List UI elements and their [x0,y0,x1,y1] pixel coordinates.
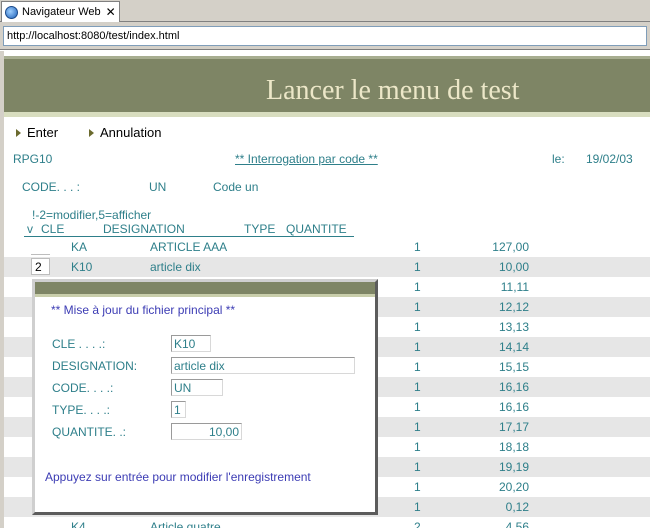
row-quantite: 12,12 [498,300,529,314]
row-cle: KA [71,240,88,254]
url-input[interactable]: http://localhost:8080/test/index.html [3,26,647,46]
designation-field[interactable]: article dix [171,357,355,374]
row-quantite: 16,16 [498,380,529,394]
date-label: le: [552,152,565,166]
type-label: TYPE. . . .: [52,403,111,417]
row-option-input[interactable] [31,238,50,255]
row-quantite: 15,15 [498,360,529,374]
row-type: 1 [414,240,421,254]
row-cle: K4 [71,520,86,528]
code-description: Code un [213,180,259,194]
quantite-field[interactable]: 10,00 [171,423,242,440]
code-value: UN [149,180,167,194]
row-type: 1 [414,360,421,374]
row-quantite: 4,56 [505,520,529,528]
annulation-label: Annulation [100,125,162,140]
dialog-title: ** Mise à jour du fichier principal ** [51,303,236,317]
row-quantite: 17,17 [498,420,529,434]
row-type: 1 [414,340,421,354]
tab-title: Navigateur Web [22,6,101,18]
row-type: 1 [414,400,421,414]
row-type: 1 [414,480,421,494]
row-quantite: 127,00 [492,240,529,254]
row-quantite: 16,16 [498,400,529,414]
browser-tab[interactable]: Navigateur Web ✕ [1,1,120,22]
address-bar: http://localhost:8080/test/index.html [0,22,650,50]
row-quantite: 20,20 [498,480,529,494]
table-header: v CLE DESIGNATION TYPE QUANTITE [24,222,354,237]
type-field[interactable]: 1 [171,401,186,418]
column-header-v: v [27,222,33,236]
tab-bar: Navigateur Web ✕ [0,0,650,22]
quantite-label: QUANTITE. .: [52,425,127,439]
row-designation: Article quatre [150,520,221,528]
close-tab-icon[interactable]: ✕ [106,6,116,18]
enter-button[interactable]: Enter [16,125,58,140]
row-quantite: 19,19 [498,460,529,474]
code-field-label: CODE. . . .: [52,381,114,395]
update-dialog: ** Mise à jour du fichier principal ** C… [32,279,378,515]
column-header-type: TYPE [244,222,276,236]
arrow-right-icon [89,128,94,137]
annulation-button[interactable]: Annulation [89,125,161,140]
row-type: 1 [414,420,421,434]
designation-label: DESIGNATION: [52,359,138,373]
row-designation: article dix [150,260,201,274]
options-hint: !-2=modifier,5=afficher [32,208,152,222]
row-type: 1 [414,440,421,454]
row-quantite: 13,13 [498,320,529,334]
arrow-right-icon [16,128,21,137]
row-type: 1 [414,300,421,314]
enter-label: Enter [27,125,59,140]
row-quantite: 0,12 [505,500,529,514]
row-type: 1 [414,260,421,274]
table-row[interactable]: 2 K10 article dix 1 10,00 [4,257,650,277]
screen-heading: ** Interrogation par code ** [235,152,378,166]
cle-field[interactable]: K10 [171,335,211,352]
header-stripe [4,112,650,117]
row-type: 1 [414,280,421,294]
cle-label: CLE . . . .: [52,337,106,351]
column-header-designation: DESIGNATION [103,222,185,236]
column-header-quantite: QUANTITE [286,222,347,236]
page-content: Lancer le menu de test Enter Annulation … [0,51,650,528]
row-quantite: 11,11 [500,280,529,294]
table-row[interactable]: KA ARTICLE AAA 1 127,00 [4,237,650,257]
code-label: CODE. . . : [22,180,81,194]
table-row[interactable]: K4 Article quatre 2 4,56 [4,517,650,528]
column-header-cle: CLE [41,222,65,236]
dialog-title-bar [35,282,375,297]
row-type: 2 [414,520,421,528]
row-type: 1 [414,320,421,334]
date-value: 19/02/03 [586,152,633,166]
row-cle: K10 [71,260,93,274]
row-quantite: 14,14 [498,340,529,354]
dialog-message: Appuyez sur entrée pour modifier l'enreg… [45,470,311,484]
row-quantite: 18,18 [498,440,529,454]
row-designation: ARTICLE AAA [150,240,228,254]
page-header: Lancer le menu de test [4,56,650,112]
program-name: RPG10 [13,152,53,166]
row-type: 1 [414,380,421,394]
row-type: 1 [414,500,421,514]
globe-icon [5,5,18,19]
code-field[interactable]: UN [171,379,223,396]
row-option-input[interactable]: 2 [31,258,50,275]
row-quantite: 10,00 [498,260,529,274]
row-type: 1 [414,460,421,474]
page-title: Lancer le menu de test [266,75,520,106]
